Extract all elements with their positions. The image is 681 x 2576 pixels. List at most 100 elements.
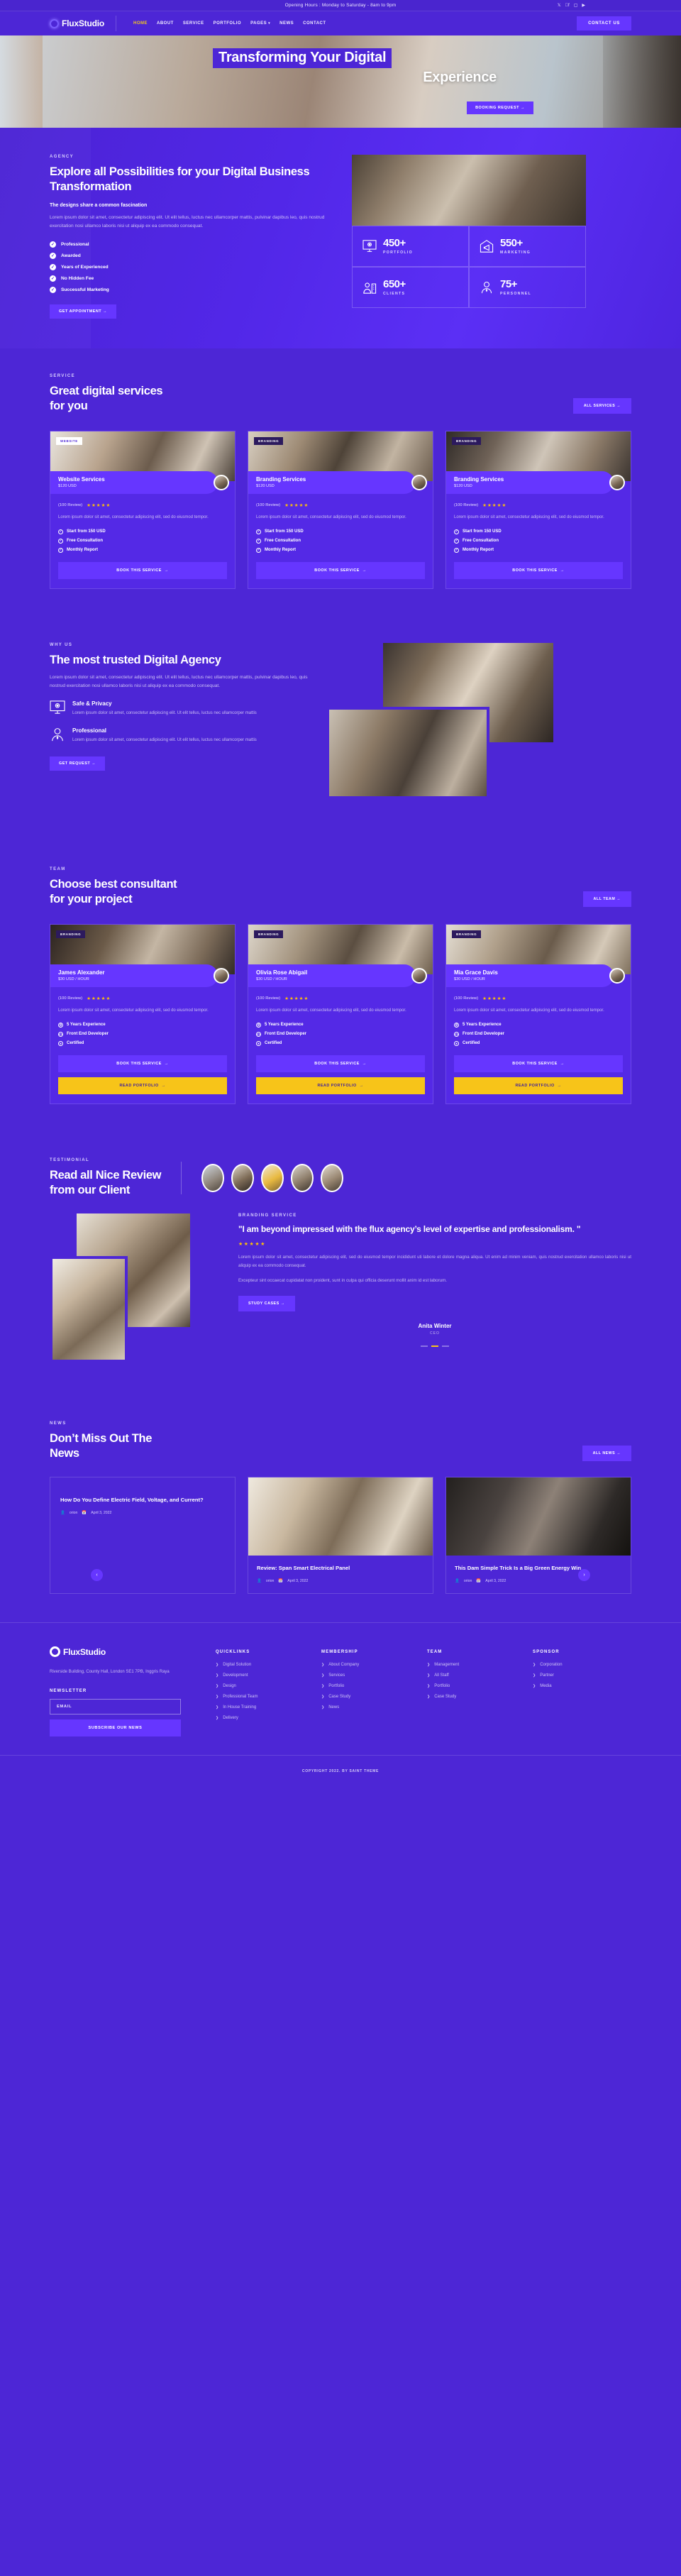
team-card[interactable]: BRANDING Olivia Rose Abigail $30 USD / HO… — [248, 923, 433, 1104]
avatar[interactable] — [291, 1163, 314, 1192]
agency-section: AGENCY Explore all Possibilities for you… — [0, 128, 681, 348]
nav-item-service[interactable]: SERVICE — [183, 21, 204, 26]
nav-item-home[interactable]: HOME — [133, 21, 148, 26]
team-card[interactable]: BRANDING Mia Grace Davis $30 USD / HOUR (… — [445, 923, 631, 1104]
all-services-button[interactable]: ALL SERVICES → — [572, 397, 631, 414]
nav-item-portfolio[interactable]: PORTFOLIO — [214, 21, 242, 26]
news-card[interactable]: This Dam Simple Trick Is a Big Green Ene… — [445, 1477, 631, 1594]
review-count: (100 Review) — [454, 502, 479, 507]
nav-item-pages[interactable]: PAGES ▾ — [250, 21, 270, 26]
carousel-dot[interactable] — [421, 1345, 428, 1347]
read-portfolio-button[interactable]: READ PORTFOLIO → — [58, 1077, 227, 1094]
carousel-dot-active[interactable] — [431, 1345, 438, 1347]
get-appointment-button[interactable]: GET APPOINTMENT → — [50, 304, 117, 319]
list-item[interactable]: ❯ Delivery — [216, 1716, 304, 1720]
footer-brand-logo[interactable]: FluxStudio — [50, 1644, 199, 1660]
list-item[interactable]: ❯ Digital Solution — [216, 1663, 304, 1667]
team-card[interactable]: BRANDING James Alexander $30 USD / HOUR (… — [50, 923, 236, 1104]
clock-icon: ⏱ — [454, 1022, 459, 1028]
avatar[interactable] — [261, 1163, 284, 1192]
book-this-service-button[interactable]: BOOK THIS SERVICE → — [454, 561, 623, 579]
carousel-prev-button[interactable]: ‹ — [91, 1568, 103, 1581]
service-card[interactable]: BRANDING Branding Services $120 USD (100 … — [248, 430, 433, 589]
read-portfolio-button[interactable]: READ PORTFOLIO → — [256, 1077, 425, 1094]
news-title-text: Review: Span Smart Electrical Panel — [257, 1565, 350, 1572]
book-this-service-button[interactable]: BOOK THIS SERVICE → — [58, 1055, 227, 1072]
social-links[interactable]: 𝕏 f ▢ ▶ — [558, 0, 585, 11]
read-portfolio-button[interactable]: READ PORTFOLIO → — [454, 1077, 623, 1094]
contact-us-button[interactable]: CONTACT US — [577, 16, 631, 31]
news-card[interactable]: How Do You Define Electric Field, Voltag… — [50, 1477, 236, 1594]
get-request-button[interactable]: GET REQUEST → — [50, 756, 106, 771]
avatar[interactable] — [201, 1163, 225, 1192]
news-meta: 👤 orion 📅 April 3, 2022 — [60, 1511, 225, 1515]
footer-link: Partner — [540, 1673, 554, 1678]
star-rating: ★★★★★ — [482, 996, 507, 1001]
list-item[interactable]: ❯ Services — [321, 1673, 410, 1678]
monitor-icon — [50, 700, 65, 714]
opening-hours: Opening Hours : Monday to Saturday - 8am… — [284, 3, 397, 8]
newsletter-email-input[interactable] — [50, 1698, 181, 1714]
list-item: ✓ Professional — [50, 241, 333, 248]
carousel-dots[interactable] — [238, 1345, 631, 1347]
all-news-button[interactable]: ALL NEWS → — [582, 1446, 631, 1462]
service-card-title: Branding Services — [454, 475, 504, 483]
study-cases-button[interactable]: STUDY CASES → — [238, 1295, 295, 1311]
avatar[interactable] — [231, 1163, 255, 1192]
list-item[interactable]: ❯ News — [321, 1705, 410, 1710]
service-card[interactable]: BRANDING Branding Services $120 USD (100 … — [445, 430, 631, 589]
check-circle-icon: ✓ — [454, 538, 459, 544]
feature-title: Safe & Privacy — [72, 700, 112, 708]
list-item[interactable]: ❯ About Company — [321, 1663, 410, 1667]
service-card-tag: BRANDING — [452, 436, 482, 445]
news-author: orion — [265, 1578, 275, 1583]
instagram-icon[interactable]: ▢ — [574, 4, 578, 8]
list-item[interactable]: ❯ Case Study — [321, 1695, 410, 1699]
person-tie-icon — [52, 727, 63, 741]
nav-item-news[interactable]: NEWS — [279, 21, 294, 26]
list-item: ⏱ 5 Years Experience — [256, 1022, 425, 1028]
booking-request-button[interactable]: BOOKING REQUEST → — [467, 101, 533, 114]
list-item[interactable]: ❯ Professional Team — [216, 1695, 304, 1699]
all-team-button[interactable]: ALL TEAM → — [582, 891, 631, 907]
list-item[interactable]: ❯ Management — [427, 1663, 516, 1667]
nav-item-about[interactable]: ABOUT — [157, 21, 174, 26]
testimonial-eyebrow: TESTIMONIAL — [50, 1157, 90, 1162]
footer-link: Services — [328, 1673, 345, 1678]
twitter-icon[interactable]: 𝕏 — [558, 4, 561, 8]
nav-item-contact[interactable]: CONTACT — [303, 21, 326, 26]
book-this-service-button[interactable]: BOOK THIS SERVICE → — [256, 561, 425, 579]
avatar — [411, 967, 427, 984]
avatar[interactable] — [321, 1163, 344, 1192]
list-item[interactable]: ❯ Case Study — [427, 1695, 516, 1699]
newsletter-label: NEWSLETTER — [50, 1688, 87, 1693]
list-item[interactable]: ❯ In House Training — [216, 1705, 304, 1710]
list-item[interactable]: ❯ Portfolio — [321, 1684, 410, 1688]
chevron-right-icon: ❯ — [321, 1673, 325, 1678]
check-label: Years of Experienced — [61, 264, 109, 270]
subscribe-button[interactable]: SUBSCRIBE OUR NEWS — [50, 1719, 181, 1736]
carousel-next-button[interactable]: › — [578, 1568, 590, 1581]
service-card[interactable]: WEBSITE Website Services $120 USD (100 Re… — [50, 430, 236, 589]
book-this-service-button[interactable]: BOOK THIS SERVICE → — [454, 1055, 623, 1072]
chevron-right-icon: ❯ — [216, 1705, 219, 1710]
logo-ring-icon — [50, 1646, 60, 1658]
list-item[interactable]: ❯ Portfolio — [427, 1684, 516, 1688]
list-item[interactable]: ❯ Media — [533, 1684, 621, 1688]
list-item[interactable]: ❯ All Staff — [427, 1673, 516, 1678]
person-tie-icon — [481, 281, 492, 294]
book-this-service-button[interactable]: BOOK THIS SERVICE → — [256, 1055, 425, 1072]
book-this-service-button[interactable]: BOOK THIS SERVICE → — [58, 561, 227, 579]
youtube-icon[interactable]: ▶ — [582, 4, 585, 8]
client-avatars[interactable] — [201, 1163, 344, 1192]
news-card[interactable]: Review: Span Smart Electrical Panel 👤 ori… — [248, 1477, 433, 1594]
brand-logo[interactable]: FluxStudio — [50, 16, 116, 31]
list-item[interactable]: ❯ Design — [216, 1684, 304, 1688]
list-item[interactable]: ❯ Development — [216, 1673, 304, 1678]
carousel-dot[interactable] — [442, 1345, 449, 1347]
main-nav[interactable]: HOME ABOUT SERVICE PORTFOLIO PAGES ▾ NEWS… — [133, 21, 326, 26]
check-icon: ✓ — [50, 252, 56, 259]
list-item[interactable]: ❯ Partner — [533, 1673, 621, 1678]
facebook-icon[interactable]: f — [565, 4, 570, 8]
list-item[interactable]: ❯ Corporation — [533, 1663, 621, 1667]
